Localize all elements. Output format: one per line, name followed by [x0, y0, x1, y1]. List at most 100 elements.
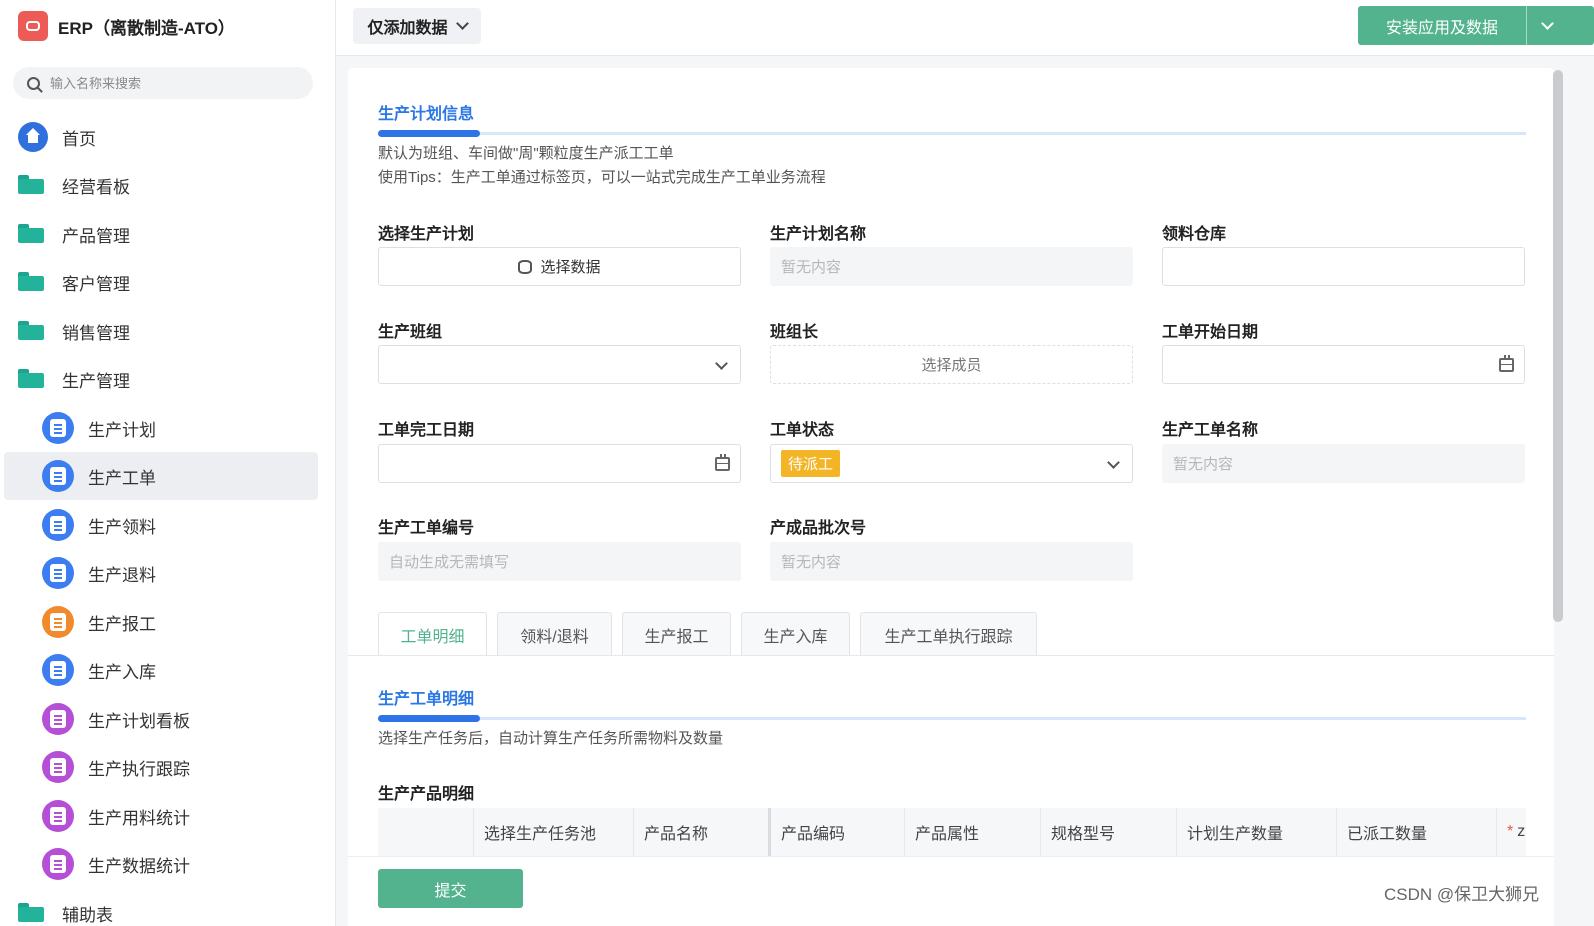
sidebar-item-products[interactable]: 产品管理: [4, 210, 318, 258]
product-table-title: 生产产品明细: [378, 786, 475, 803]
tab-stock-in[interactable]: 生产入库: [741, 612, 850, 656]
tab-divider: [348, 655, 1554, 656]
sidebar-item-label: 客户管理: [62, 274, 130, 294]
batch-no-placeholder: 暂无内容: [781, 554, 842, 571]
sidebar-item-data-stats[interactable]: 生产数据统计: [4, 840, 318, 888]
home-icon: [18, 122, 48, 152]
sidebar-item-plan-board[interactable]: 生产计划看板: [4, 695, 318, 743]
install-button[interactable]: 安装应用及数据: [1358, 6, 1526, 45]
sidebar-item-stock-in[interactable]: 生产入库: [4, 646, 318, 694]
column-header-product-name: 产品名称: [633, 808, 768, 856]
chevron-down-icon: [715, 357, 728, 370]
start-date-picker[interactable]: [1162, 345, 1525, 384]
column-header-product-code: 产品编码: [768, 808, 904, 856]
field-label-plan: 选择生产计划: [378, 226, 475, 243]
warehouse-field[interactable]: [1162, 247, 1525, 286]
watermark: CSDN @保卫大狮兄: [1384, 885, 1540, 904]
tab-execution-tracking[interactable]: 生产工单执行跟踪: [860, 612, 1037, 656]
order-no-field: 自动生成无需填写: [378, 542, 741, 581]
sidebar-item-work-order[interactable]: 生产工单: [4, 452, 318, 500]
sidebar-item-execution-tracking[interactable]: 生产执行跟踪: [4, 743, 318, 791]
tab-material-pick-return[interactable]: 领料/退料: [497, 612, 612, 656]
sidebar-item-material-stats[interactable]: 生产用料统计: [4, 792, 318, 840]
install-dropdown-button[interactable]: [1526, 6, 1568, 45]
sidebar-item-label: 生产计划: [88, 420, 156, 440]
plan-name-field: 暂无内容: [770, 247, 1133, 286]
sidebar-item-label: 生产数据统计: [88, 856, 190, 876]
tab-bar: 工单明细 领料/退料 生产报工 生产入库 生产工单执行跟踪: [378, 612, 1047, 656]
sidebar-item-label: 经营看板: [62, 177, 130, 197]
sidebar-item-label: 生产报工: [88, 614, 156, 634]
folder-icon: [18, 272, 44, 292]
submit-button[interactable]: 提交: [378, 869, 523, 908]
sidebar-item-label: 首页: [62, 129, 96, 149]
order-name-field: 暂无内容: [1162, 444, 1525, 483]
order-name-placeholder: 暂无内容: [1173, 456, 1234, 473]
folder-icon: [18, 321, 44, 341]
calendar-icon: [1499, 355, 1514, 372]
column-header-dispatched-qty: 已派工数量: [1336, 808, 1496, 856]
document-icon: [42, 509, 74, 541]
status-badge: 待派工: [781, 450, 841, 477]
field-label-status: 工单状态: [770, 422, 835, 439]
tab-work-report[interactable]: 生产报工: [622, 612, 731, 656]
select-plan-button[interactable]: 选择数据: [378, 247, 741, 286]
folder-icon: [18, 903, 44, 923]
product-table-header: 选择生产任务池 产品名称 产品编码 产品属性 规格型号 计划生产数量 已派工数量…: [378, 808, 1526, 856]
chart-board-icon: [42, 703, 74, 735]
field-label-order-name: 生产工单名称: [1162, 422, 1259, 439]
document-icon: [42, 460, 74, 492]
field-label-order-no: 生产工单编号: [378, 520, 475, 537]
tab-order-detail[interactable]: 工单明细: [378, 612, 487, 656]
search-box[interactable]: [13, 67, 313, 99]
sidebar-item-production-plan[interactable]: 生产计划: [4, 404, 318, 452]
plan-section-desc-1: 默认为班组、车间做"周"颗粒度生产派工工单: [378, 145, 674, 162]
plan-section-divider: [378, 130, 1526, 137]
chart-board-icon: [42, 848, 74, 880]
folder-icon: [18, 175, 44, 195]
field-label-start-date: 工单开始日期: [1162, 324, 1259, 341]
column-header-product-attr: 产品属性: [904, 808, 1040, 856]
report-icon: [42, 606, 74, 638]
field-label-batch-no: 产成品批次号: [770, 520, 867, 537]
sidebar-item-label: 生产工单: [88, 468, 156, 488]
mode-dropdown[interactable]: 仅添加数据: [353, 8, 481, 44]
app-title: ERP（离散制造-ATO）: [58, 18, 235, 38]
chart-board-icon: [42, 800, 74, 832]
app-logo-icon: [18, 11, 48, 41]
search-input[interactable]: [50, 75, 290, 91]
select-member-button[interactable]: 选择成员: [770, 345, 1133, 384]
folder-open-icon: [18, 369, 44, 389]
batch-no-field: 暂无内容: [770, 542, 1133, 581]
sidebar-item-material-pick[interactable]: 生产领料: [4, 501, 318, 549]
sidebar-item-label: 产品管理: [62, 226, 130, 246]
sidebar-item-sales[interactable]: 销售管理: [4, 307, 318, 355]
sidebar-item-aux-tables[interactable]: 辅助表: [4, 889, 318, 926]
sidebar-item-label: 辅助表: [62, 905, 113, 925]
sidebar-item-dashboard[interactable]: 经营看板: [4, 161, 318, 209]
status-select[interactable]: 待派工: [770, 444, 1133, 483]
sidebar-item-label: 生产管理: [62, 371, 130, 391]
sidebar-item-customers[interactable]: 客户管理: [4, 258, 318, 306]
scrollbar[interactable]: [1553, 70, 1563, 622]
mode-label: 仅添加数据: [367, 20, 448, 37]
column-header-truncated: * z: [1496, 808, 1526, 856]
sidebar-item-label: 生产执行跟踪: [88, 759, 190, 779]
detail-section-title: 生产工单明细: [378, 691, 475, 708]
sidebar-item-work-report[interactable]: 生产报工: [4, 598, 318, 646]
column-header-index: [378, 808, 473, 856]
sidebar-item-material-return[interactable]: 生产退料: [4, 549, 318, 597]
install-button-group: 安装应用及数据: [1358, 6, 1594, 45]
select-member-label: 选择成员: [921, 357, 982, 374]
document-icon: [42, 412, 74, 444]
brand: ERP（离散制造-ATO）: [18, 10, 235, 42]
sidebar-item-production[interactable]: 生产管理: [4, 355, 318, 403]
chart-board-icon: [42, 751, 74, 783]
sidebar-item-label: 生产退料: [88, 565, 156, 585]
sidebar-item-home[interactable]: 首页: [4, 113, 318, 161]
team-select[interactable]: [378, 345, 741, 384]
end-date-picker[interactable]: [378, 444, 741, 483]
column-header-task-pool: 选择生产任务池: [473, 808, 633, 856]
field-label-warehouse: 领料仓库: [1162, 226, 1227, 243]
field-label-team: 生产班组: [378, 324, 443, 341]
